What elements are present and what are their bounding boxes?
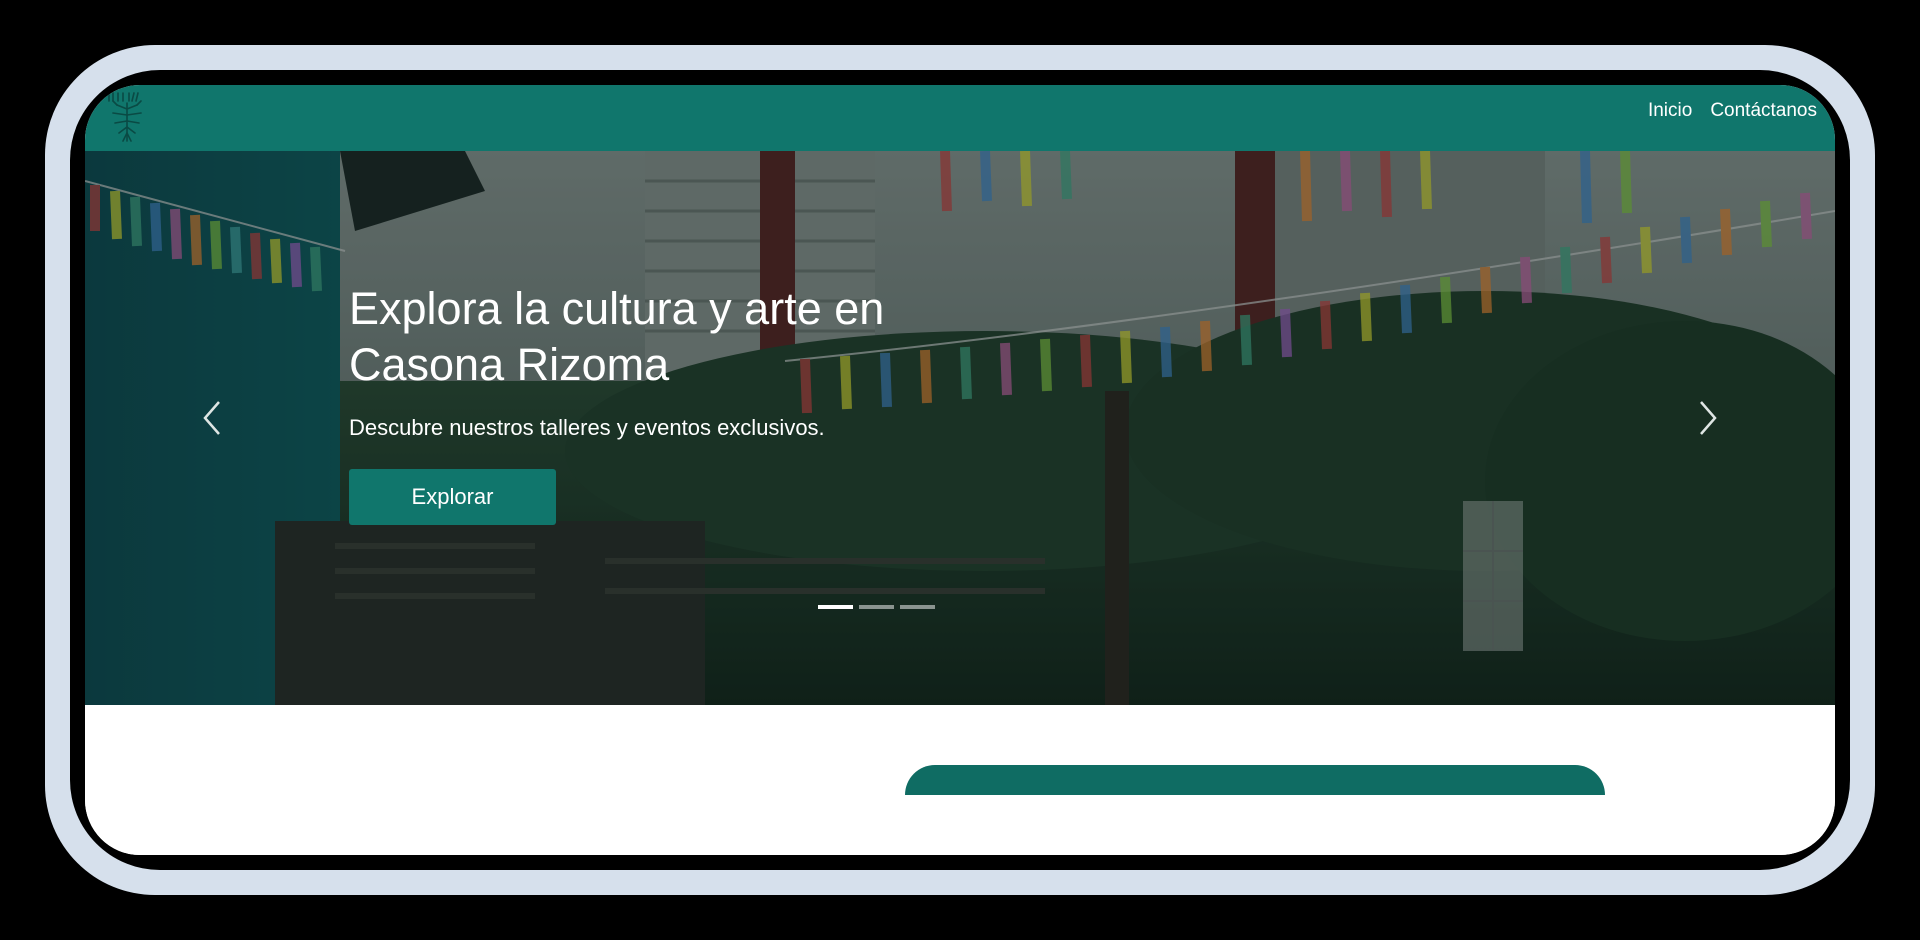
carousel-indicators (818, 605, 935, 609)
nav-link-inicio[interactable]: Inicio (1648, 100, 1692, 122)
chevron-left-icon[interactable] (195, 396, 235, 440)
browser-screen: Inicio Contáctanos Explora la cultura y … (85, 85, 1835, 855)
nav-link-contactanos[interactable]: Contáctanos (1710, 100, 1817, 122)
explorar-button[interactable]: Explorar (349, 469, 556, 525)
carousel-indicator-2[interactable] (859, 605, 894, 609)
carousel-indicator-1[interactable] (818, 605, 853, 609)
card-edge (905, 765, 1605, 795)
nav-links: Inicio Contáctanos (1648, 85, 1817, 137)
hero-content: Explora la cultura y arte en Casona Rizo… (349, 281, 1049, 525)
hero-title: Explora la cultura y arte en Casona Rizo… (349, 283, 885, 390)
chevron-right-icon[interactable] (1685, 396, 1725, 440)
hero-carousel: Explora la cultura y arte en Casona Rizo… (85, 151, 1835, 705)
tree-roots-logo-icon[interactable] (103, 85, 155, 145)
carousel-indicator-3[interactable] (900, 605, 935, 609)
navbar: Inicio Contáctanos (85, 85, 1835, 151)
hero-subtitle: Descubre nuestros talleres y eventos exc… (349, 415, 825, 440)
